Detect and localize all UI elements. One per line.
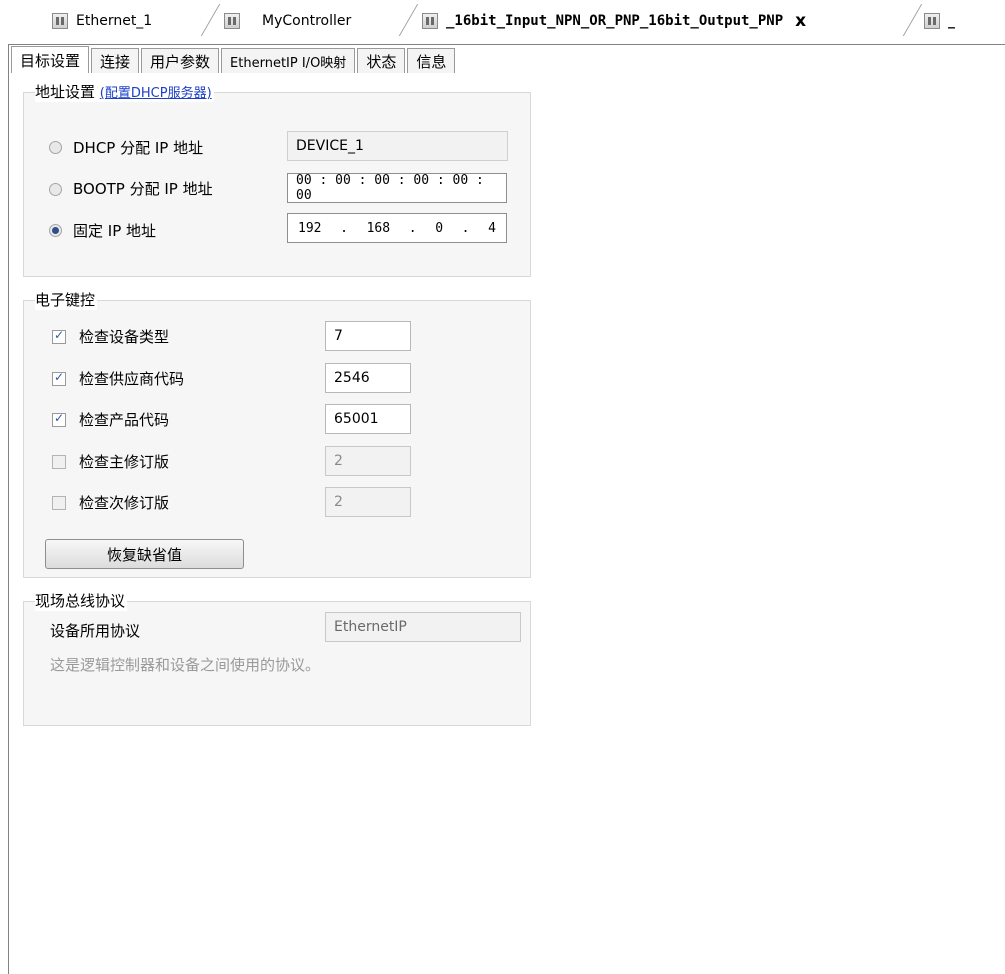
check-major-revision-checkbox[interactable] [52,455,66,469]
fieldbus-protocol-title: 现场总线协议 [35,590,128,611]
protocol-description: 这是逻辑控制器和设备之间使用的协议。 [50,656,321,674]
tab-overflow[interactable]: _ [924,8,955,34]
tab-ethernet-1[interactable]: Ethernet_1 [52,8,152,34]
ip-octet-4[interactable]: 4 [488,221,496,236]
device-icon [422,13,438,29]
check-vendor-code-label: 检查供应商代码 [79,370,185,388]
ip-octet-1[interactable]: 192 [298,221,321,236]
tab-divider [398,4,419,36]
tab-target-settings[interactable]: 目标设置 [11,46,90,73]
tab-16bit-device[interactable]: _16bit_Input_NPN_OR_PNP_16bit_Output_PNP… [422,8,806,34]
product-code-field[interactable]: 65001 [325,404,411,434]
tab-ethernetip-io-mapping[interactable]: EthernetIP I/O映射 [221,48,356,73]
tab-divider [902,4,923,36]
ip-address-field[interactable]: 192 . 168 . 0 . 4 [287,213,507,243]
address-settings-title: 地址设置 (配置DHCP服务器) [35,81,214,102]
check-minor-revision-label: 检查次修订版 [79,494,170,512]
tab-divider [200,4,221,36]
device-icon [52,13,68,29]
check-device-type-label: 检查设备类型 [79,328,170,346]
group-title-text: 地址设置 [35,83,96,101]
electronic-keying-title: 电子键控 [35,289,98,310]
fixed-ip-radio[interactable] [49,224,62,237]
device-icon [924,13,940,29]
document-tab-bar: Ethernet_1 MyController _16bit_Input_NPN… [0,0,1005,44]
bootp-label: BOOTP 分配 IP 地址 [73,180,213,198]
tab-information[interactable]: 信息 [407,48,456,73]
ip-octet-2[interactable]: 168 [367,221,390,236]
close-icon[interactable]: x [795,11,806,31]
protocol-field: EthernetIP [325,612,521,642]
configure-dhcp-link[interactable]: (配置DHCP服务器) [100,86,212,101]
tab-user-parameters[interactable]: 用户参数 [141,48,220,73]
minor-revision-field: 2 [325,487,411,517]
ip-octet-3[interactable]: 0 [435,221,443,236]
tab-label: _ [948,13,955,29]
dhcp-label: DHCP 分配 IP 地址 [73,139,204,157]
ip-dot: . [340,220,348,236]
ip-dot: . [461,220,470,236]
check-vendor-code-checkbox[interactable] [52,370,66,386]
dhcp-name-field: DEVICE_1 [287,131,508,161]
protocol-label: 设备所用协议 [50,622,141,640]
tab-label: _16bit_Input_NPN_OR_PNP_16bit_Output_PNP [446,13,784,29]
check-device-type-checkbox[interactable] [52,328,66,344]
ip-dot: . [408,220,417,236]
tab-label: MyController [262,13,352,29]
dhcp-radio[interactable] [49,141,62,154]
major-revision-field: 2 [325,446,411,476]
check-minor-revision-checkbox[interactable] [52,496,66,510]
check-product-code-checkbox[interactable] [52,411,66,427]
device-type-field[interactable]: 7 [325,321,411,351]
check-product-code-label: 检查产品代码 [79,411,170,429]
tab-connections[interactable]: 连接 [91,48,140,73]
restore-defaults-button[interactable]: 恢复缺省值 [45,539,244,569]
bootp-radio[interactable] [49,183,62,196]
check-major-revision-label: 检查主修订版 [79,453,170,471]
vendor-code-field[interactable]: 2546 [325,363,411,393]
fixed-ip-label: 固定 IP 地址 [73,222,157,240]
device-icon [224,13,240,29]
editor-sub-tabs: 目标设置 连接 用户参数 EthernetIP I/O映射 状态 信息 [11,46,457,74]
tab-label: Ethernet_1 [76,13,153,29]
tab-status[interactable]: 状态 [357,48,406,73]
bootp-mac-field[interactable]: 00 : 00 : 00 : 00 : 00 : 00 [287,173,507,203]
tab-mycontroller[interactable]: MyController [224,8,351,34]
